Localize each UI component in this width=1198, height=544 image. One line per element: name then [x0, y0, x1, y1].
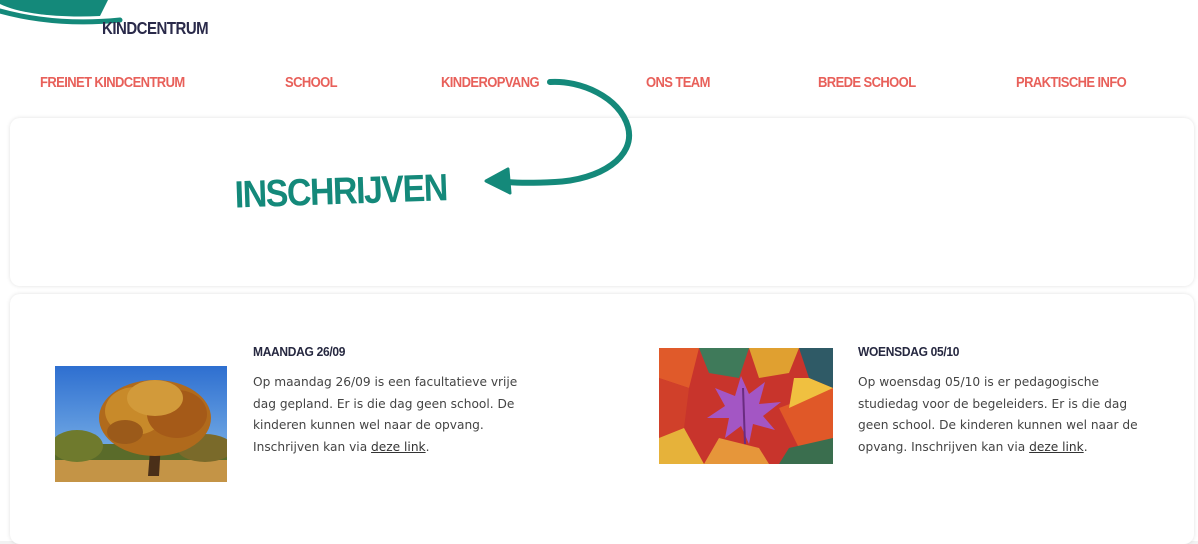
- deze-link[interactable]: deze link: [1029, 440, 1084, 454]
- news-body: Op maandag 26/09 is een facultatieve vri…: [253, 375, 518, 454]
- nav-item-ons-team[interactable]: ONS TEAM: [646, 74, 710, 91]
- news-body: Op woensdag 05/10 is er pedagogische stu…: [858, 375, 1138, 454]
- inschrijven-link[interactable]: INSCHRIJVEN: [234, 167, 448, 218]
- autumn-leaves-image[interactable]: [659, 348, 833, 464]
- autumn-tree-image[interactable]: [55, 366, 227, 482]
- logo[interactable]: KINDCENTRUM: [0, 0, 220, 46]
- news-title: WOENSDAG 05/10: [858, 344, 960, 360]
- curved-arrow-icon: [484, 78, 633, 195]
- deze-link[interactable]: deze link: [371, 440, 426, 454]
- page: KINDCENTRUM FREINET KINDCENTRUM SCHOOL K…: [0, 0, 1198, 544]
- nav-item-praktische-info[interactable]: PRAKTISCHE INFO: [1016, 74, 1127, 91]
- news-body-text: Op woensdag 05/10 is er pedagogische stu…: [858, 375, 1138, 454]
- news-title: MAANDAG 26/09: [253, 344, 346, 360]
- logo-text: KINDCENTRUM: [102, 19, 209, 39]
- news-card: MAANDAG 26/09 Op maandag 26/09 is een fa…: [10, 294, 1194, 544]
- nav-item-school[interactable]: SCHOOL: [285, 74, 338, 91]
- nav-item-brede-school[interactable]: BREDE SCHOOL: [818, 74, 916, 91]
- nav-item-freinet-kindcentrum[interactable]: FREINET KINDCENTRUM: [40, 74, 185, 91]
